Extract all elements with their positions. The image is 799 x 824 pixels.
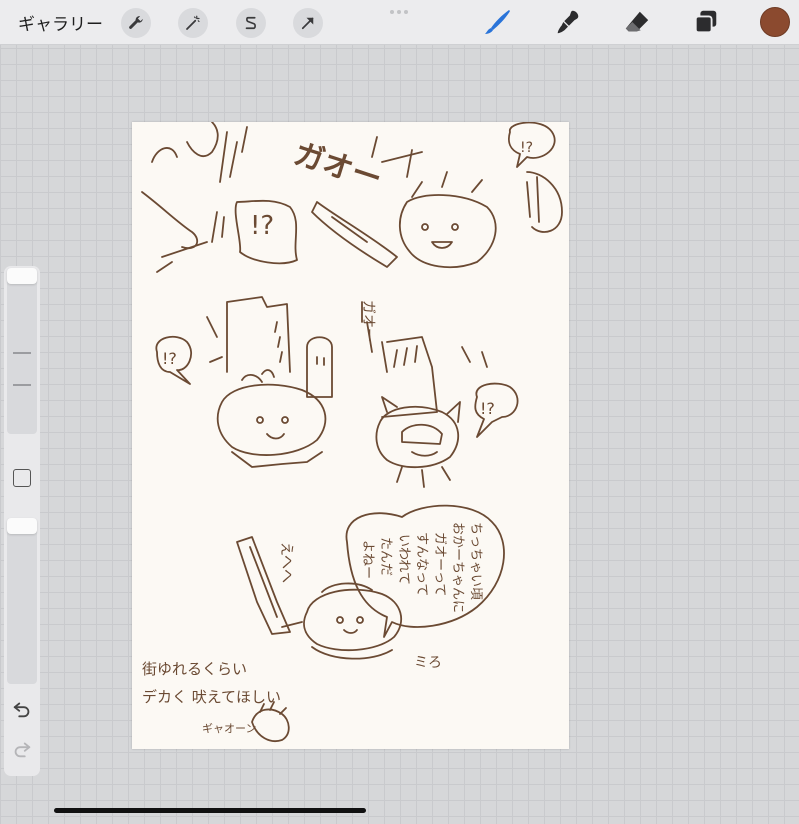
- brush-icon[interactable]: [480, 6, 514, 38]
- question-mark-3: !?: [162, 349, 177, 368]
- modify-button[interactable]: [13, 469, 31, 487]
- eraser-icon[interactable]: [620, 6, 654, 38]
- bubble-line-3: ガオーって: [432, 532, 447, 596]
- bubble-line-2: おかーちゃんに: [450, 522, 465, 613]
- left-sidebar: [4, 266, 40, 776]
- question-mark-4: !?: [480, 399, 495, 418]
- wrench-icon[interactable]: [121, 8, 151, 38]
- gallery-button[interactable]: ギャラリー: [18, 10, 103, 35]
- sfx-dodo: ミろ: [414, 655, 442, 671]
- bubble-line-7: よねー: [360, 540, 375, 579]
- slider-tick: [13, 384, 31, 386]
- caption-line-1: 街ゆれるくらい: [142, 660, 247, 678]
- sfx-gao-2: ガオー: [360, 300, 376, 342]
- opacity-slider[interactable]: [7, 518, 37, 684]
- bubble-line-1: ちっちゃい頃: [468, 522, 483, 600]
- question-mark-1: !?: [250, 211, 274, 241]
- sfx-ehe: えへへ: [278, 542, 294, 583]
- layers-icon[interactable]: [689, 6, 723, 38]
- selection-icon[interactable]: [236, 8, 266, 38]
- bubble-line-6: たんだ: [378, 537, 393, 576]
- smudge-icon[interactable]: [551, 6, 585, 38]
- undo-icon[interactable]: [11, 698, 33, 720]
- magic-wand-icon[interactable]: [178, 8, 208, 38]
- drag-handle[interactable]: [390, 10, 410, 14]
- sketch-artwork: ガオー !? !? !? ガオー !? えへへ ちっちゃい頃 おかーちゃんに ガ…: [141, 122, 563, 742]
- brush-size-slider[interactable]: [7, 268, 37, 434]
- top-toolbar: ギャラリー: [0, 0, 799, 45]
- question-mark-2: !?: [520, 140, 533, 156]
- sfx-gao-1: ガオー: [290, 136, 386, 197]
- caption-line-2: デカく 吠えてほしい: [142, 688, 281, 706]
- brush-size-thumb[interactable]: [7, 268, 37, 284]
- sfx-gyaon: ギャオーン: [202, 722, 256, 735]
- opacity-thumb[interactable]: [7, 518, 37, 534]
- transform-arrow-icon[interactable]: [293, 8, 323, 38]
- drawing-canvas[interactable]: ガオー !? !? !? ガオー !? えへへ ちっちゃい頃 おかーちゃんに ガ…: [132, 122, 569, 749]
- color-picker[interactable]: [760, 7, 790, 37]
- home-indicator[interactable]: [54, 808, 366, 813]
- redo-icon[interactable]: [11, 738, 33, 760]
- slider-tick: [13, 352, 31, 354]
- bubble-line-4: すんなって: [414, 532, 429, 596]
- bubble-line-5: いわれて: [396, 534, 411, 585]
